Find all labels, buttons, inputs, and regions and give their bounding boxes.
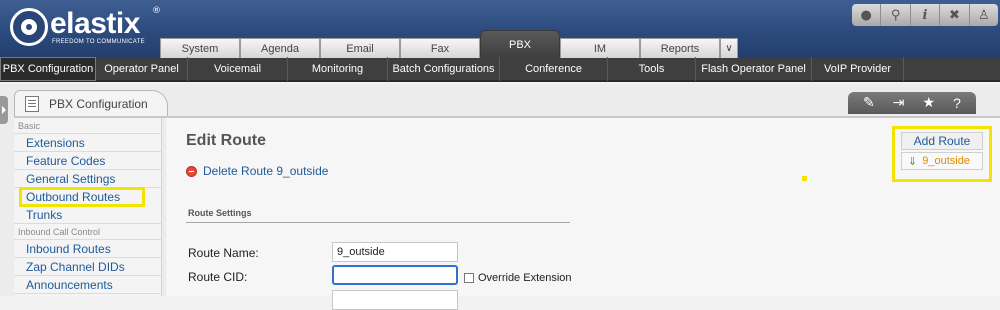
main-panel: Edit Route Delete Route 9_outside Route … (166, 118, 1000, 310)
logo-tagline: FREEDOM TO COMMUNICATE (52, 39, 145, 45)
section-divider (186, 222, 570, 223)
user-icon[interactable]: ♙ (970, 4, 998, 26)
drop-icon[interactable]: ● (852, 4, 882, 26)
sidebar-item-feature-codes[interactable]: Feature Codes (14, 152, 161, 170)
collapse-arrow-icon[interactable] (0, 96, 8, 124)
override-extension-checkbox[interactable] (464, 273, 474, 283)
star-icon[interactable]: ★ (923, 95, 936, 111)
sidebar-item-zap-channel-dids[interactable]: Zap Channel DIDs (14, 258, 161, 276)
route-item-label: 9_outside (922, 155, 970, 167)
registered-mark: ® (152, 6, 161, 16)
elastix-logo[interactable]: elastix ® FREEDOM TO COMMUNICATE (6, 6, 162, 52)
info-icon[interactable]: i (911, 4, 941, 26)
search-icon[interactable]: ⚲ (881, 4, 911, 26)
subnav-conference[interactable]: Conference (500, 57, 608, 81)
page-tools: ✎ ⇥ ★ ? (848, 92, 976, 114)
tab-fax[interactable]: Fax (400, 38, 480, 58)
route-name-input[interactable] (332, 242, 458, 262)
sidebar-item-general-settings[interactable]: General Settings (14, 170, 161, 188)
route-name-label: Route Name: (188, 246, 259, 260)
subnav-flash-operator-panel[interactable]: Flash Operator Panel (696, 57, 812, 81)
add-route-button[interactable]: Add Route (901, 132, 983, 150)
subnav-monitoring[interactable]: Monitoring (288, 57, 388, 81)
top-header: elastix ® FREEDOM TO COMMUNICATE ● ⚲ i ✖… (0, 0, 1000, 58)
sidebar-item-outbound-routes[interactable]: Outbound Routes (19, 187, 145, 207)
tab-im[interactable]: IM (560, 38, 640, 58)
pbx-sidebar: Basic Extensions Feature Codes General S… (14, 118, 162, 296)
delete-route-link[interactable]: Delete Route 9_outside (186, 164, 328, 178)
main-tabs: System Agenda Email Fax PBX IM Reports ∨ (160, 30, 738, 58)
override-extension[interactable]: Override Extension (464, 272, 572, 284)
override-extension-label: Override Extension (478, 272, 572, 284)
route-next-input[interactable] (332, 290, 458, 310)
logo-text: elastix (50, 7, 140, 40)
route-cid-label: Route CID: (188, 270, 248, 284)
tab-pbx[interactable]: PBX (480, 30, 560, 58)
page-tab: PBX Configuration (14, 90, 168, 116)
tools-icon[interactable]: ✖ (940, 4, 970, 26)
tab-system[interactable]: System (160, 38, 240, 58)
route-item-9-outside[interactable]: ⇓ 9_outside (901, 152, 983, 170)
tab-reports[interactable]: Reports (640, 38, 720, 58)
tab-agenda[interactable]: Agenda (240, 38, 320, 58)
chevron-down-icon[interactable]: ∨ (720, 38, 738, 58)
tab-email[interactable]: Email (320, 38, 400, 58)
subnav-operator-panel[interactable]: Operator Panel (96, 57, 188, 81)
delete-icon (186, 165, 197, 177)
route-order-arrow-icon: ⇓ (908, 154, 918, 168)
route-settings-heading: Route Settings (188, 208, 252, 218)
sidebar-heading-basic: Basic (14, 118, 161, 134)
routes-panel: Add Route ⇓ 9_outside (892, 126, 992, 182)
delete-route-label: Delete Route 9_outside (203, 164, 329, 178)
highlight-marker (802, 176, 807, 181)
sidebar-item-extensions[interactable]: Extensions (14, 134, 161, 152)
sidebar-item-announcements[interactable]: Announcements (14, 276, 161, 294)
edit-icon[interactable]: ✎ (863, 95, 875, 111)
subnav-tools[interactable]: Tools (608, 57, 696, 81)
document-icon (25, 95, 39, 112)
subnav-batch-configurations[interactable]: Batch Configurations (388, 57, 500, 81)
subnav-voip-provider[interactable]: VoIP Provider (812, 57, 904, 81)
sidebar-heading-inbound: Inbound Call Control (14, 224, 161, 240)
subnav-pbx-configuration[interactable]: PBX Configuration (0, 57, 96, 81)
page-title: Edit Route (186, 132, 266, 149)
help-icon[interactable]: ? (953, 95, 961, 111)
logo-mark-icon (10, 8, 48, 46)
sidebar-item-inbound-routes[interactable]: Inbound Routes (14, 240, 161, 258)
sidebar-item-trunks[interactable]: Trunks (14, 206, 161, 224)
subnav-voicemail[interactable]: Voicemail (188, 57, 288, 81)
top-icon-bar: ● ⚲ i ✖ ♙ (852, 4, 998, 26)
route-cid-input[interactable] (332, 265, 458, 285)
page-tab-label: PBX Configuration (49, 96, 148, 111)
pbx-subnav: PBX Configuration Operator Panel Voicema… (0, 57, 1000, 82)
export-icon[interactable]: ⇥ (893, 95, 905, 111)
